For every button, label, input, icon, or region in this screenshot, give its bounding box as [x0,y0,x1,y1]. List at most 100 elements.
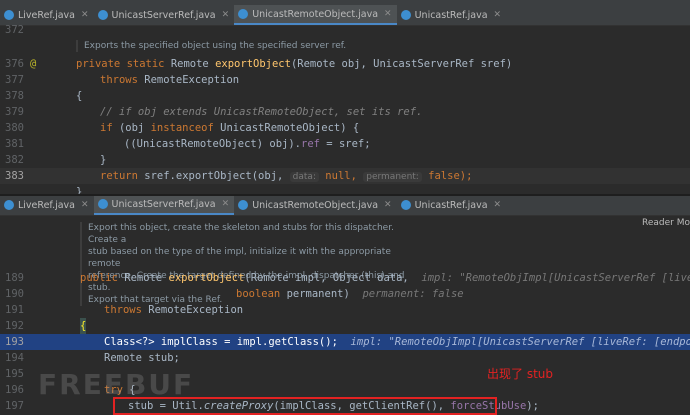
line-number: 197 [5,400,24,412]
code-text: ((UnicastRemoteObject) obj). [124,138,302,150]
code-text: RemoteException [148,304,244,316]
doc-line: stub based on the type of the impl, init… [88,247,391,269]
keyword: instanceof [150,122,221,134]
tab-label: LiveRef.java [18,9,75,21]
line-number: 380 [5,122,24,134]
tab-label: UnicastServerRef.java [111,9,216,21]
line-number: 193 [5,336,24,348]
code-text: { [76,90,83,102]
code-line-execution-point[interactable]: 193 Class<?> implClass = impl.getClass();… [0,334,690,350]
tab-label: LiveRef.java [18,199,75,211]
keyword: private static [76,58,171,70]
code-line[interactable]: 372 [0,22,690,38]
line-number: 377 [5,74,24,86]
code-text: Remote [170,58,216,70]
tab-label: UnicastServerRef.java [111,198,216,210]
tab-unicastserverref[interactable]: UnicastServerRef.java ✕ [93,196,235,215]
top-editor-pane: LiveRef.java ✕ UnicastServerRef.java ✕ Uni… [0,0,690,196]
code-text: Remote [124,272,169,284]
code-text: permanent) [286,288,363,300]
code-text: (Remote obj, UnicastServerRef sref) [290,58,513,70]
code-line[interactable]: 378 { [0,88,690,104]
field-name: ref [301,138,320,150]
keyword: throws [104,304,149,316]
code-line[interactable]: 380 if (obj instanceof UnicastRemoteObjec… [0,120,690,136]
line-number: 381 [5,138,24,150]
line-number: 196 [5,384,24,396]
inline-debug-value: impl: "RemoteObjImpl[UnicastServerRef [l… [421,272,690,284]
java-class-icon [97,199,108,209]
code-line[interactable]: 191 throws RemoteException [0,302,690,318]
java-class-icon [4,10,14,20]
java-class-icon [400,10,411,20]
line-number: 192 [5,320,24,332]
line-number: 382 [5,154,24,166]
code-text: (Remote impl, Object data, [244,272,422,284]
close-icon[interactable]: ✕ [494,200,502,210]
code-line[interactable]: 192 { [0,318,690,334]
close-icon[interactable]: ✕ [494,10,502,20]
keyword: throws [100,74,145,86]
code-line[interactable]: 376 @ private static Remote exportObject(R… [0,56,690,72]
tab-label: UnicastRemoteObject.java [252,8,379,20]
code-line[interactable]: 382} [0,152,690,168]
brace-match: { [80,318,87,334]
code-text: (obj [118,122,151,134]
parameter-hint: data: [289,172,319,182]
code-line[interactable]: 381 ((UnicastRemoteObject) obj).ref = sre… [0,136,690,152]
keyword: if [100,122,119,134]
code-text: Class<?> implClass = impl.getClass(); [104,336,351,348]
parameter-hint: permanent: [363,172,422,182]
java-class-icon [97,10,108,20]
keyword: public [80,272,125,284]
java-class-icon [238,200,249,210]
tab-label: UnicastRemoteObject.java [252,199,379,211]
annotation-label: 出现了 stub [487,367,553,381]
code-text: RemoteException [144,74,240,86]
code-text: sref.exportObject(obj, [144,170,290,182]
code-line[interactable]: 190 boolean permanent) permanent: false [0,286,690,302]
reader-mode-button[interactable]: Reader Mo [642,218,690,228]
close-icon[interactable]: ✕ [222,10,230,20]
tab-liveref[interactable]: LiveRef.java ✕ [0,196,94,215]
inline-debug-value: impl: "RemoteObjImpl[UnicastServerRef [l… [350,336,690,348]
code-line[interactable]: 194 Remote stub; [0,350,690,366]
code-line[interactable]: 377 throws RemoteException [0,72,690,88]
keyword: boolean [236,288,287,300]
close-icon[interactable]: ✕ [384,9,392,19]
bottom-tab-bar: LiveRef.java ✕ UnicastServerRef.java ✕ Uni… [0,196,690,216]
tab-label: UnicastRef.java [414,199,488,211]
line-number: 378 [5,90,24,102]
code-text: } [100,154,107,166]
tab-unicastref[interactable]: UnicastRef.java ✕ [397,196,506,215]
close-icon[interactable]: ✕ [81,200,89,210]
code-text: = sref; [319,138,371,150]
line-number: 194 [5,352,24,364]
line-number: 383 [5,170,24,182]
line-number: 379 [5,106,24,118]
code-text: Remote stub; [104,352,180,364]
code-line[interactable]: 379 // if obj extends UnicastRemoteObject… [0,104,690,120]
code-text: ); [526,400,539,412]
close-icon[interactable]: ✕ [384,200,392,210]
line-number: 189 [5,272,24,284]
javadoc-comment: Exports the specified object using the s… [76,40,496,52]
line-number: 190 [5,288,24,300]
code-line[interactable]: 189 public Remote exportObject(Remote imp… [0,270,690,286]
code-text: UnicastRemoteObject) { [220,122,360,134]
override-icon[interactable]: @ [30,56,36,72]
close-icon[interactable]: ✕ [222,199,230,209]
java-class-icon [4,200,14,210]
keyword: return [100,170,145,182]
java-class-icon [400,200,411,210]
tab-unicastremoteobject[interactable]: UnicastRemoteObject.java ✕ [234,196,396,215]
doc-line: Export this object, create the skeleton … [88,223,394,245]
line-number: 376 [5,58,24,70]
annotation-highlight-box [113,397,497,415]
keyword: null, [318,170,364,182]
code-line-current[interactable]: 383 return sref.exportObject(obj, data: n… [0,168,690,184]
tab-label: UnicastRef.java [414,9,488,21]
line-number: 195 [5,368,24,380]
method-name: exportObject [215,58,291,70]
close-icon[interactable]: ✕ [81,10,89,20]
